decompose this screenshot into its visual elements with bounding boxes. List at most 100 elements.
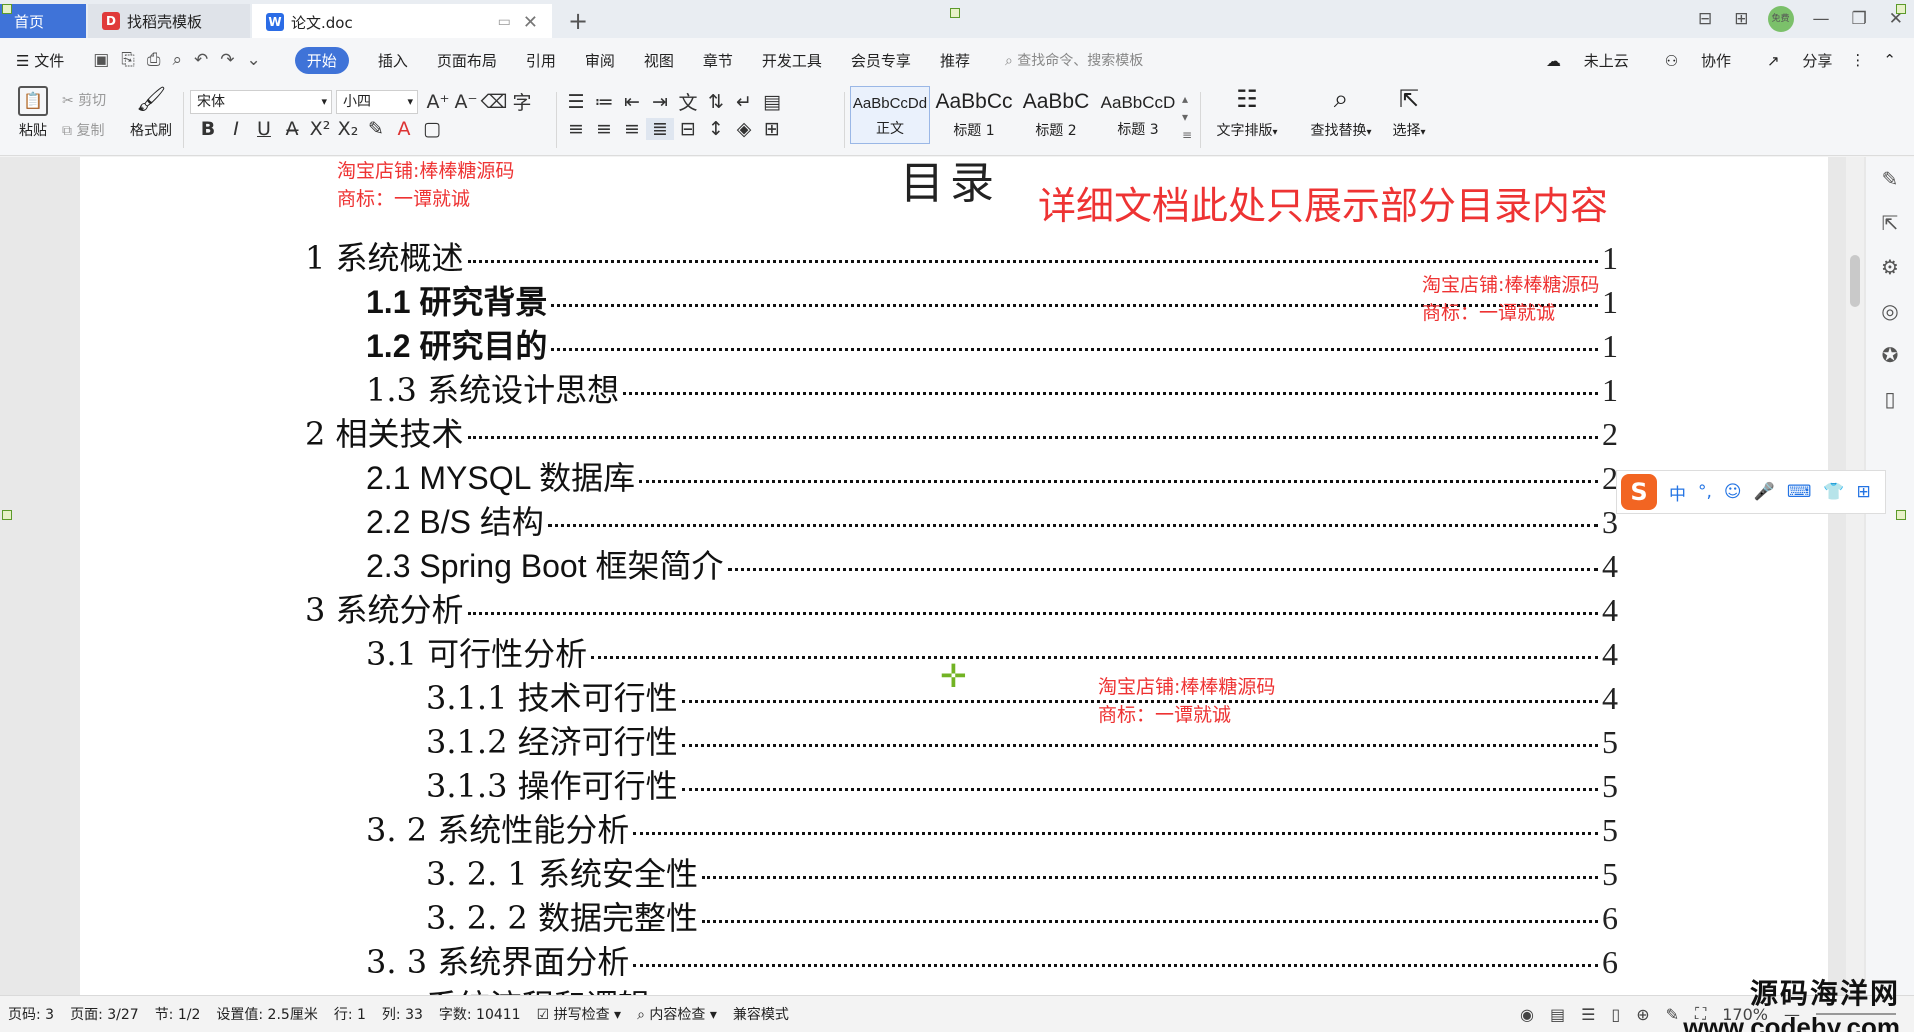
save-icon[interactable]: ▣ [93, 50, 109, 70]
shrink-font-icon[interactable]: A⁻ [452, 91, 480, 113]
style-heading-1[interactable]: AaBbCc 标题 1 [934, 86, 1014, 144]
chinese-layout-icon[interactable]: 文 [674, 88, 702, 115]
more-icon[interactable]: ⋮ [1850, 51, 1865, 69]
toc-entry[interactable]: 1.3 系统设计思想 1 [366, 365, 1618, 411]
status-word-count[interactable]: 字数: 10411 [439, 1004, 521, 1024]
apps-grid-icon[interactable]: ⊞ [1734, 9, 1748, 29]
char-border-icon[interactable]: ▢ [418, 118, 446, 140]
reading-view-icon[interactable]: ▯ [1611, 1005, 1620, 1024]
document-area[interactable]: 目录 淘宝店铺:棒棒糖源码 商标：一谭就诚 详细文档此处只展示部分目录内容 淘宝… [0, 157, 1914, 995]
line-spacing-icon[interactable]: ↕ [702, 118, 730, 140]
microphone-icon[interactable]: 🎤 [1754, 482, 1775, 502]
edit-pen-icon[interactable]: ✎ [1866, 157, 1914, 201]
toc-entry[interactable]: 1.2 研究目的 1 [366, 321, 1618, 367]
style-heading-2[interactable]: AaBbC 标题 2 [1016, 86, 1096, 144]
tab-chapter[interactable]: 章节 [703, 50, 733, 71]
font-size-select[interactable]: 小四 ▾ [336, 89, 418, 114]
style-normal[interactable]: AaBbCcDd 正文 [850, 86, 930, 144]
subscript-icon[interactable]: X₂ [334, 118, 362, 140]
underline-icon[interactable]: U [250, 118, 278, 140]
file-menu[interactable]: ☰ 文件 [16, 50, 64, 71]
collapse-ribbon-icon[interactable]: ⌃ [1883, 51, 1896, 69]
superscript-icon[interactable]: X² [306, 118, 334, 140]
tab-document[interactable]: W 论文.doc ▭ ✕ [252, 4, 552, 38]
toc-entry[interactable]: 2.2 B/S 结构 3 [366, 497, 1618, 543]
sort-icon[interactable]: ⇅ [702, 91, 730, 113]
print-icon[interactable]: ⎙ [147, 50, 161, 70]
share-button[interactable]: ↗ 分享 [1749, 50, 1832, 71]
toc-entry[interactable]: 3. 3 系统界面分析 6 [366, 937, 1618, 983]
export-pdf-icon[interactable]: ⎘ [121, 50, 135, 70]
close-tab-icon[interactable]: ✕ [523, 12, 538, 33]
increase-indent-icon[interactable]: ⇥ [646, 91, 674, 113]
clear-format-icon[interactable]: ⌫ [480, 91, 508, 113]
ime-toolbar[interactable]: S 中 °, ☺ 🎤 ⌨ 👕 ⊞ [1616, 470, 1886, 514]
restore-icon[interactable]: ❐ [1852, 9, 1867, 29]
show-marks-icon[interactable]: ↵ [730, 91, 758, 113]
new-tab-button[interactable]: + [568, 4, 588, 38]
style-heading-3[interactable]: AaBbCcD 标题 3 [1098, 86, 1178, 144]
selection-handle[interactable] [1896, 510, 1906, 520]
highlight-icon[interactable]: ✎ [362, 118, 390, 140]
content-check-button[interactable]: ⌕ 内容检查 ▾ [637, 1004, 717, 1024]
copy-button[interactable]: ⧉ 复制 [62, 120, 104, 140]
document-page[interactable]: 目录 淘宝店铺:棒棒糖源码 商标：一谭就诚 详细文档此处只展示部分目录内容 淘宝… [80, 157, 1828, 995]
ime-mode[interactable]: 中 [1669, 480, 1686, 505]
phonetic-icon[interactable]: 字 [508, 88, 536, 115]
strikethrough-icon[interactable]: A̶ [278, 118, 306, 140]
toc-entry-partial[interactable]: 系统流程和逻辑 [426, 981, 650, 995]
toc-entry[interactable]: 3 系统分析 4 [305, 585, 1618, 631]
emoji-icon[interactable]: ☺ [1724, 482, 1742, 502]
tab-home[interactable]: 首页 [0, 4, 86, 38]
font-color-icon[interactable]: A [390, 118, 418, 140]
paste-button[interactable]: 📋 粘贴 [10, 82, 56, 140]
menu-grid-icon[interactable]: ⊞ [1857, 482, 1871, 502]
command-search[interactable]: ⌕ 查找命令、搜索模板 [1005, 50, 1143, 70]
outline-view-icon[interactable]: ☰ [1581, 1005, 1595, 1024]
collab-button[interactable]: ⚇ 协作 [1647, 50, 1731, 71]
tab-recommend[interactable]: 推荐 [940, 50, 970, 71]
numbered-list-icon[interactable]: ≔ [590, 91, 618, 113]
shading-icon[interactable]: ◈ [730, 118, 758, 140]
align-left-icon[interactable]: ≡ [562, 118, 590, 140]
punctuation-icon[interactable]: °, [1698, 482, 1712, 502]
avatar[interactable]: 免费 [1767, 6, 1794, 32]
bullet-list-icon[interactable]: ☰ [562, 91, 590, 113]
compass-icon[interactable]: ✪ [1866, 333, 1914, 377]
find-replace-button[interactable]: ⌕ 查找替换▾ [1302, 82, 1380, 140]
selection-handle[interactable] [950, 8, 960, 18]
align-right-icon[interactable]: ≡ [618, 118, 646, 140]
selection-handle[interactable] [1896, 4, 1906, 14]
adjust-icon[interactable]: ⚙ [1866, 245, 1914, 289]
italic-icon[interactable]: I [222, 118, 250, 140]
toc-entry[interactable]: 2 相关技术 2 [305, 409, 1618, 455]
tab-home-ribbon[interactable]: 开始 [294, 46, 349, 74]
tab-references[interactable]: 引用 [526, 50, 556, 71]
web-view-icon[interactable]: ⊕ [1636, 1005, 1649, 1024]
float-window-icon[interactable]: ▭ [498, 14, 511, 30]
selection-handle[interactable] [2, 510, 12, 520]
spell-check-button[interactable]: ☑ 拼写检查 ▾ [537, 1004, 622, 1024]
tab-developer[interactable]: 开发工具 [762, 50, 822, 71]
tab-page-layout[interactable]: 页面布局 [437, 50, 497, 71]
tab-view[interactable]: 视图 [644, 50, 674, 71]
text-layout-button[interactable]: ☷ 文字排版▾ [1210, 82, 1284, 140]
style-scroll[interactable]: ▴ ▾ ≡ [1182, 90, 1192, 144]
toc-entry[interactable]: 2.3 Spring Boot 框架简介 4 [366, 541, 1618, 587]
status-page[interactable]: 页面: 3/27 [70, 1004, 139, 1024]
print-preview-icon[interactable]: ⌕ [173, 50, 183, 70]
tab-member[interactable]: 会员专享 [851, 50, 911, 71]
align-center-icon[interactable]: ≡ [590, 118, 618, 140]
cloud-button[interactable]: ☁ 未上云 [1528, 50, 1629, 71]
book-icon[interactable]: ▯ [1866, 377, 1914, 421]
borders-icon[interactable]: ⊞ [758, 118, 786, 140]
eye-protect-icon[interactable]: ◉ [1520, 1005, 1534, 1024]
distribute-icon[interactable]: ⊟ [674, 118, 702, 140]
selection-handle[interactable] [2, 4, 12, 14]
select-button[interactable]: ⇱ 选择▾ [1384, 82, 1434, 140]
toc-entry[interactable]: 3.1 可行性分析 4 [366, 629, 1618, 675]
toc-entry[interactable]: 3. 2. 1 系统安全性 5 [426, 849, 1618, 895]
grow-font-icon[interactable]: A⁺ [424, 91, 452, 113]
justify-icon[interactable]: ≣ [646, 118, 674, 140]
format-painter-button[interactable]: 🖌 格式刷 [126, 82, 176, 140]
